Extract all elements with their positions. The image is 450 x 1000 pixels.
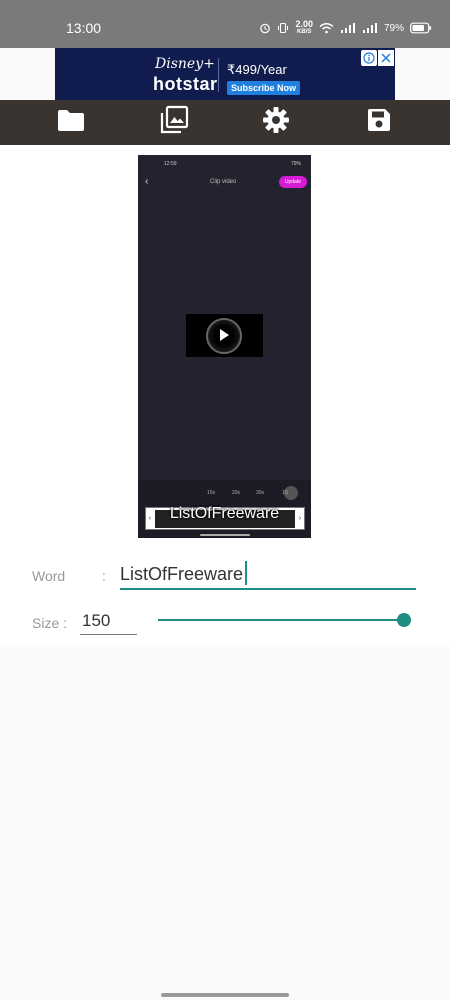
size-slider[interactable] — [158, 612, 411, 628]
play-icon — [220, 329, 229, 341]
timeline-tick: 1S — [282, 490, 289, 496]
alarm-icon — [259, 22, 271, 34]
word-input[interactable] — [120, 560, 416, 590]
battery-percent: 79% — [383, 22, 404, 34]
ad-banner[interactable]: Disney+ hotstar ₹499/Year Subscribe Now — [55, 48, 395, 100]
timeline-tick: 20s — [232, 490, 241, 496]
image-preview[interactable]: 12:59 79% ‹ Clip video Update 10s 20s 30… — [138, 155, 311, 538]
watermark-overlay-text: ListOfFreeware — [169, 505, 280, 522]
preview-header-title: Clip video — [210, 179, 237, 185]
status-icons: 2.00 KB/S 79% — [259, 18, 432, 38]
close-icon[interactable] — [378, 50, 394, 66]
ad-brand-line1: Disney+ — [155, 56, 215, 72]
word-label: Word — [32, 568, 66, 584]
wifi-icon — [319, 22, 334, 34]
preview-video-thumbnail — [186, 314, 263, 357]
net-speed-value: 2.00 — [295, 19, 313, 29]
info-icon[interactable] — [361, 50, 377, 66]
signal-icon — [362, 22, 378, 34]
preview-home-indicator — [200, 534, 250, 536]
back-icon: ‹ — [145, 176, 149, 187]
signal-icon — [340, 22, 356, 34]
battery-icon — [410, 22, 432, 34]
net-speed-unit: KB/S — [297, 29, 312, 35]
preview-status-time: 12:59 — [164, 161, 177, 167]
settings-button[interactable] — [256, 103, 296, 143]
toolbar — [0, 100, 450, 145]
gear-icon — [262, 106, 290, 139]
preview-status-bar: 12:59 79% — [138, 155, 311, 173]
preview-timeline-ticks: 10s 20s 30s 1S — [138, 486, 311, 500]
status-time: 13:00 — [66, 20, 102, 36]
preview-header-button: Update — [278, 176, 307, 188]
text-cursor — [245, 561, 247, 585]
timeline-tick: 30s — [256, 490, 265, 496]
gallery-button[interactable] — [154, 103, 194, 143]
size-slider-thumb[interactable] — [397, 613, 411, 627]
size-slider-track — [158, 619, 404, 621]
ad-brand-line2: hotstar — [153, 74, 218, 94]
size-input[interactable] — [80, 608, 137, 635]
preview-status-battery: 79% — [290, 161, 301, 167]
open-folder-button[interactable] — [51, 103, 91, 143]
gesture-nav-bar[interactable] — [161, 993, 289, 997]
ad-price: ₹499/Year — [227, 62, 287, 77]
word-colon: : — [102, 568, 106, 584]
net-speed: 2.00 KB/S — [295, 20, 313, 36]
status-bar: 13:00 2.00 KB/S 79% — [0, 0, 450, 48]
timeline-tick: 10s — [207, 490, 216, 496]
folder-icon — [57, 108, 85, 137]
size-label: Size : — [32, 615, 68, 631]
save-button[interactable] — [359, 103, 399, 143]
ad-divider — [218, 58, 219, 92]
preview-header: ‹ Clip video Update — [138, 173, 311, 193]
save-icon — [366, 107, 392, 138]
ad-subscribe-button[interactable]: Subscribe Now — [227, 81, 301, 95]
gallery-icon — [159, 105, 189, 140]
vibrate-icon — [277, 22, 289, 34]
